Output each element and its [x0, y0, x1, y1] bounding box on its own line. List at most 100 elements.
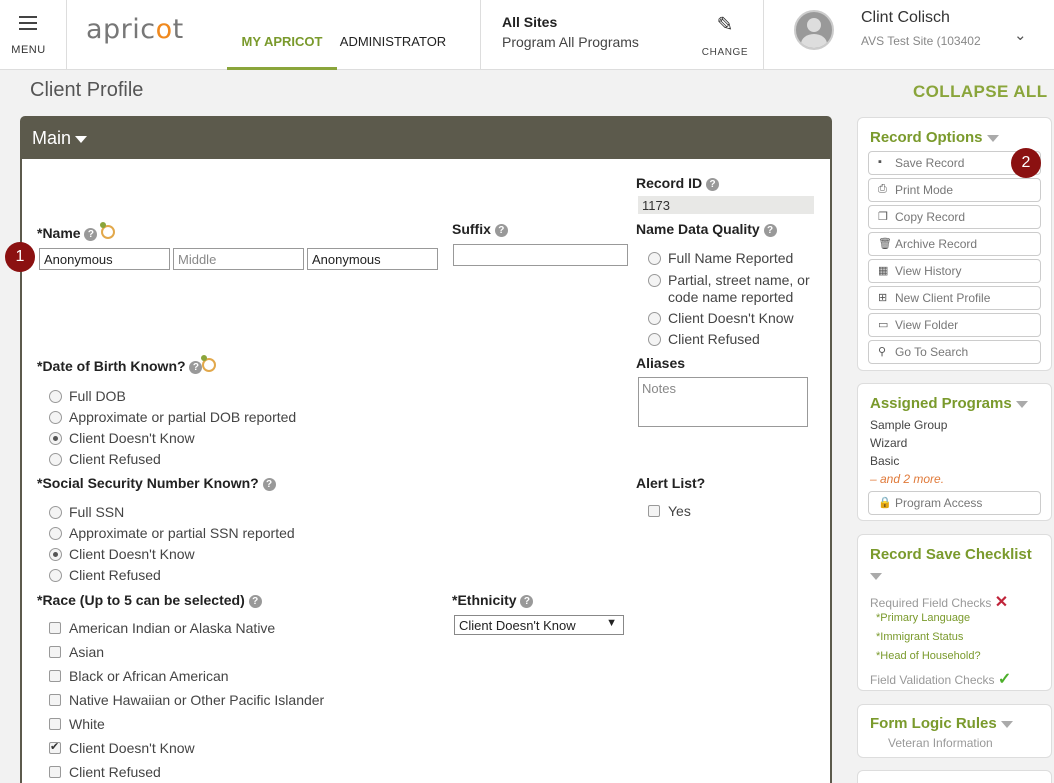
radio-approx-ssn[interactable]: Approximate or partial SSN reported: [49, 525, 295, 541]
tab-administrator[interactable]: ADMINISTRATOR: [337, 0, 449, 70]
radio-name-doesnt-know[interactable]: Client Doesn't Know: [648, 310, 794, 326]
change-label: CHANGE: [701, 47, 749, 58]
radio-full-name[interactable]: Full Name Reported: [648, 250, 793, 266]
radio-name-refused[interactable]: Client Refused: [648, 331, 760, 347]
race-american-indian[interactable]: American Indian or Alaska Native: [49, 620, 275, 636]
radio-approx-dob[interactable]: Approximate or partial DOB reported: [49, 409, 296, 425]
radio-button[interactable]: [648, 333, 661, 346]
middle-name-input[interactable]: Middle: [173, 248, 304, 270]
page-title: Client Profile: [30, 79, 144, 101]
dob-label: *Date of Birth Known? ?: [37, 355, 217, 374]
main-section-title: Main: [32, 128, 72, 148]
form-logic-title[interactable]: Form Logic Rules: [870, 715, 1013, 732]
checkbox[interactable]: [49, 622, 61, 634]
save-checklist-panel: Record Save Checklist Required Field Che…: [857, 534, 1052, 691]
collapse-all-button[interactable]: COLLAPSE ALL: [913, 82, 1048, 102]
radio-dob-doesnt-know[interactable]: Client Doesn't Know: [49, 430, 195, 446]
form-logic-item: Veteran Information: [888, 736, 993, 750]
required-item[interactable]: *Immigrant Status: [876, 631, 963, 643]
radio-button[interactable]: [49, 411, 62, 424]
checkbox[interactable]: [49, 766, 61, 778]
save-checklist-title[interactable]: Record Save Checklist: [870, 546, 1032, 563]
ethnicity-label: *Ethnicity ?: [452, 592, 534, 608]
top-bar: MENU apricot MY APRICOT ADMINISTRATOR Al…: [0, 0, 1054, 70]
dropdown-arrow-icon: ▼: [606, 617, 617, 629]
aliases-textarea[interactable]: Notes: [638, 377, 808, 427]
next-panel: [857, 770, 1052, 783]
archive-record-button[interactable]: 🗑 Archive Record: [868, 232, 1041, 256]
radio-full-ssn[interactable]: Full SSN: [49, 504, 124, 520]
copy-record-button[interactable]: ❐ Copy Record: [868, 205, 1041, 229]
new-document-icon: ⊞: [878, 292, 888, 304]
print-mode-button[interactable]: ⎙ Print Mode: [868, 178, 1041, 202]
race-doesnt-know[interactable]: Client Doesn't Know: [49, 740, 195, 756]
go-to-search-button[interactable]: ⚲ Go To Search: [868, 340, 1041, 364]
program-item: Sample Group: [870, 418, 948, 432]
record-options-title[interactable]: Record Options: [870, 129, 999, 146]
change-site-button[interactable]: ✎ CHANGE: [695, 12, 755, 62]
program-access-button[interactable]: 🔒 Program Access: [868, 491, 1041, 515]
required-item[interactable]: *Primary Language: [876, 612, 970, 624]
help-icon[interactable]: ?: [494, 224, 508, 237]
help-icon[interactable]: ?: [520, 595, 534, 608]
race-native-hawaiian[interactable]: Native Hawaiian or Other Pacific Islande…: [49, 692, 324, 708]
calendar-icon: ▦: [878, 265, 889, 277]
first-name-input[interactable]: Anonymous: [39, 248, 170, 270]
tab-my-apricot[interactable]: MY APRICOT: [227, 0, 337, 70]
last-name-input[interactable]: Anonymous: [307, 248, 438, 270]
checkbox[interactable]: [49, 670, 61, 682]
required-item[interactable]: *Head of Household?: [876, 650, 981, 662]
radio-button[interactable]: [49, 453, 62, 466]
radio-button[interactable]: [49, 569, 62, 582]
checkbox[interactable]: [49, 646, 61, 658]
radio-ssn-doesnt-know[interactable]: Client Doesn't Know: [49, 546, 195, 562]
radio-full-dob[interactable]: Full DOB: [49, 388, 126, 404]
help-icon[interactable]: ?: [189, 361, 203, 374]
radio-button-selected[interactable]: [49, 548, 62, 561]
apricot-logo[interactable]: apricot: [86, 14, 184, 45]
view-folder-button[interactable]: ▭ View Folder: [868, 313, 1041, 337]
new-client-profile-button[interactable]: ⊞ New Client Profile: [868, 286, 1041, 310]
assigned-programs-title[interactable]: Assigned Programs: [870, 395, 1028, 412]
radio-dob-refused[interactable]: Client Refused: [49, 451, 161, 467]
ethnicity-select[interactable]: Client Doesn't Know ▼: [454, 615, 624, 635]
radio-button[interactable]: [648, 312, 661, 325]
race-refused[interactable]: Client Refused: [49, 764, 161, 780]
radio-button[interactable]: [49, 527, 62, 540]
radio-button[interactable]: [49, 506, 62, 519]
checkbox[interactable]: [49, 694, 61, 706]
more-programs-link[interactable]: – and 2 more.: [870, 472, 944, 486]
alert-yes-checkbox[interactable]: Yes: [648, 503, 691, 519]
radio-button[interactable]: [648, 252, 661, 265]
main-section-header[interactable]: Main: [22, 118, 830, 159]
checkbox[interactable]: [49, 718, 61, 730]
radio-button[interactable]: [648, 274, 661, 287]
race-white[interactable]: White: [49, 716, 105, 732]
view-history-button[interactable]: ▦ View History: [868, 259, 1041, 283]
main-section: Main Record ID ? 1173 *Name ? Anonymous …: [20, 116, 832, 783]
race-asian[interactable]: Asian: [49, 644, 104, 660]
radio-ssn-refused[interactable]: Client Refused: [49, 567, 161, 583]
caret-down-icon[interactable]: [870, 573, 882, 580]
checkbox[interactable]: [648, 505, 660, 517]
suffix-input[interactable]: [453, 244, 628, 266]
help-icon[interactable]: ?: [84, 228, 98, 241]
user-menu[interactable]: Clint Colisch AVS Test Site (103402 ⌄: [764, 0, 1054, 70]
checkmark-icon: ✓: [997, 671, 1012, 688]
required-field-checks: Required Field Checks ✕: [870, 594, 1009, 611]
race-black[interactable]: Black or African American: [49, 668, 229, 684]
history-icon[interactable]: [201, 355, 217, 372]
history-icon[interactable]: [100, 222, 116, 239]
help-icon[interactable]: ?: [763, 224, 777, 237]
caret-down-icon: [75, 135, 88, 143]
radio-button[interactable]: [49, 390, 62, 403]
menu-button[interactable]: MENU: [0, 0, 67, 70]
callout-badge-1: 1: [5, 242, 35, 272]
radio-partial-name[interactable]: Partial, street name, or: [648, 272, 810, 288]
chevron-down-icon: ⌄: [1014, 27, 1027, 44]
radio-button-selected[interactable]: [49, 432, 62, 445]
help-icon[interactable]: ?: [706, 178, 720, 191]
checkbox-checked[interactable]: [49, 740, 61, 754]
help-icon[interactable]: ?: [248, 595, 262, 608]
help-icon[interactable]: ?: [262, 478, 276, 491]
